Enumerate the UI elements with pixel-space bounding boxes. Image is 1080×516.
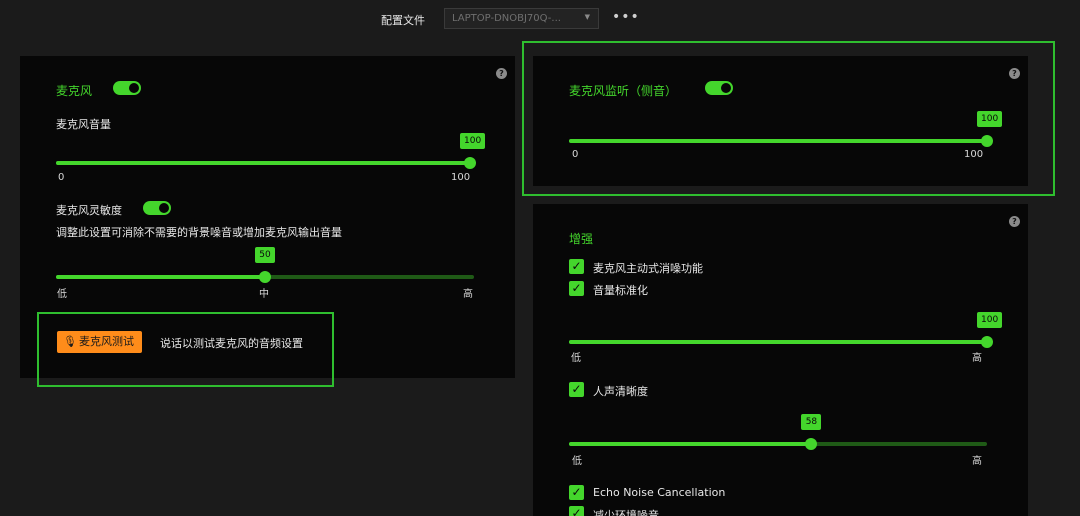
normalization-high-label: 高 <box>972 353 982 364</box>
microphone-toggle[interactable] <box>113 81 141 95</box>
enhancement-panel: ? 增强 ✓ 麦克风主动式消噪功能 ✓ 音量标准化 100 低 高 ✓ 人声清晰… <box>533 204 1028 516</box>
profile-label: 配置文件 <box>381 14 425 27</box>
clarity-low-label: 低 <box>572 456 582 467</box>
checkbox-ambient-noise-reduction[interactable]: ✓ <box>569 506 584 516</box>
slider-fill <box>56 275 265 279</box>
chevron-down-icon: ▼ <box>584 13 590 21</box>
echo-noise-cancellation-label: Echo Noise Cancellation <box>593 486 726 499</box>
sensitivity-low-label: 低 <box>57 289 67 300</box>
highlight-box-monitoring <box>522 41 1055 196</box>
clarity-high-label: 高 <box>972 456 982 467</box>
volume-max-label: 100 <box>451 172 471 183</box>
microphone-volume-slider[interactable]: 100 <box>56 133 486 170</box>
slider-fill <box>56 161 470 165</box>
checkbox-voice-clarity[interactable]: ✓ <box>569 382 584 397</box>
voice-clarity-slider[interactable]: 58 <box>569 414 987 451</box>
sensitivity-high-label: 高 <box>463 289 473 300</box>
slider-value-bubble: 58 <box>801 414 822 430</box>
sensitivity-toggle[interactable] <box>143 201 171 215</box>
slider-thumb[interactable] <box>259 271 271 283</box>
toggle-knob <box>159 203 169 213</box>
slider-value-bubble: 100 <box>977 312 1003 328</box>
slider-thumb[interactable] <box>805 438 818 450</box>
checkbox-active-noise-cancellation[interactable]: ✓ <box>569 259 584 274</box>
slider-fill <box>569 340 987 344</box>
more-icon[interactable]: ••• <box>612 10 640 24</box>
active-noise-cancellation-label: 麦克风主动式消噪功能 <box>593 262 703 275</box>
ambient-noise-reduction-label: 减少环境噪音 <box>593 509 659 516</box>
sensitivity-mid-label: 中 <box>259 289 269 300</box>
checkbox-volume-normalization[interactable]: ✓ <box>569 281 584 296</box>
profile-select[interactable]: LAPTOP-DNOBJ70Q-... ▼ <box>444 8 599 29</box>
slider-fill <box>569 442 812 446</box>
volume-min-label: 0 <box>58 172 65 183</box>
highlight-box-mic-test <box>37 312 334 387</box>
slider-value-bubble: 100 <box>460 133 486 149</box>
normalization-low-label: 低 <box>571 353 581 364</box>
help-icon[interactable]: ? <box>1009 216 1020 227</box>
sensitivity-description: 调整此设置可消除不需要的背景噪音或增加麦克风输出音量 <box>56 226 342 239</box>
slider-value-bubble: 50 <box>255 247 275 263</box>
normalization-slider[interactable]: 100 <box>569 312 1003 349</box>
slider-thumb[interactable] <box>981 336 993 348</box>
toggle-knob <box>129 83 139 93</box>
help-icon[interactable]: ? <box>496 68 507 79</box>
top-bar: 配置文件 LAPTOP-DNOBJ70Q-... ▼ ••• <box>0 8 1080 30</box>
voice-clarity-label: 人声清晰度 <box>593 385 648 398</box>
enhancement-title: 增强 <box>569 232 594 246</box>
sensitivity-label: 麦克风灵敏度 <box>56 204 122 217</box>
microphone-volume-label: 麦克风音量 <box>56 118 111 131</box>
slider-thumb[interactable] <box>464 157 476 169</box>
profile-select-value: LAPTOP-DNOBJ70Q-... <box>452 13 561 24</box>
checkbox-echo-noise-cancellation[interactable]: ✓ <box>569 485 584 500</box>
microphone-title: 麦克风 <box>56 84 93 98</box>
sensitivity-slider[interactable]: 50 <box>56 247 474 284</box>
volume-normalization-label: 音量标准化 <box>593 284 648 297</box>
